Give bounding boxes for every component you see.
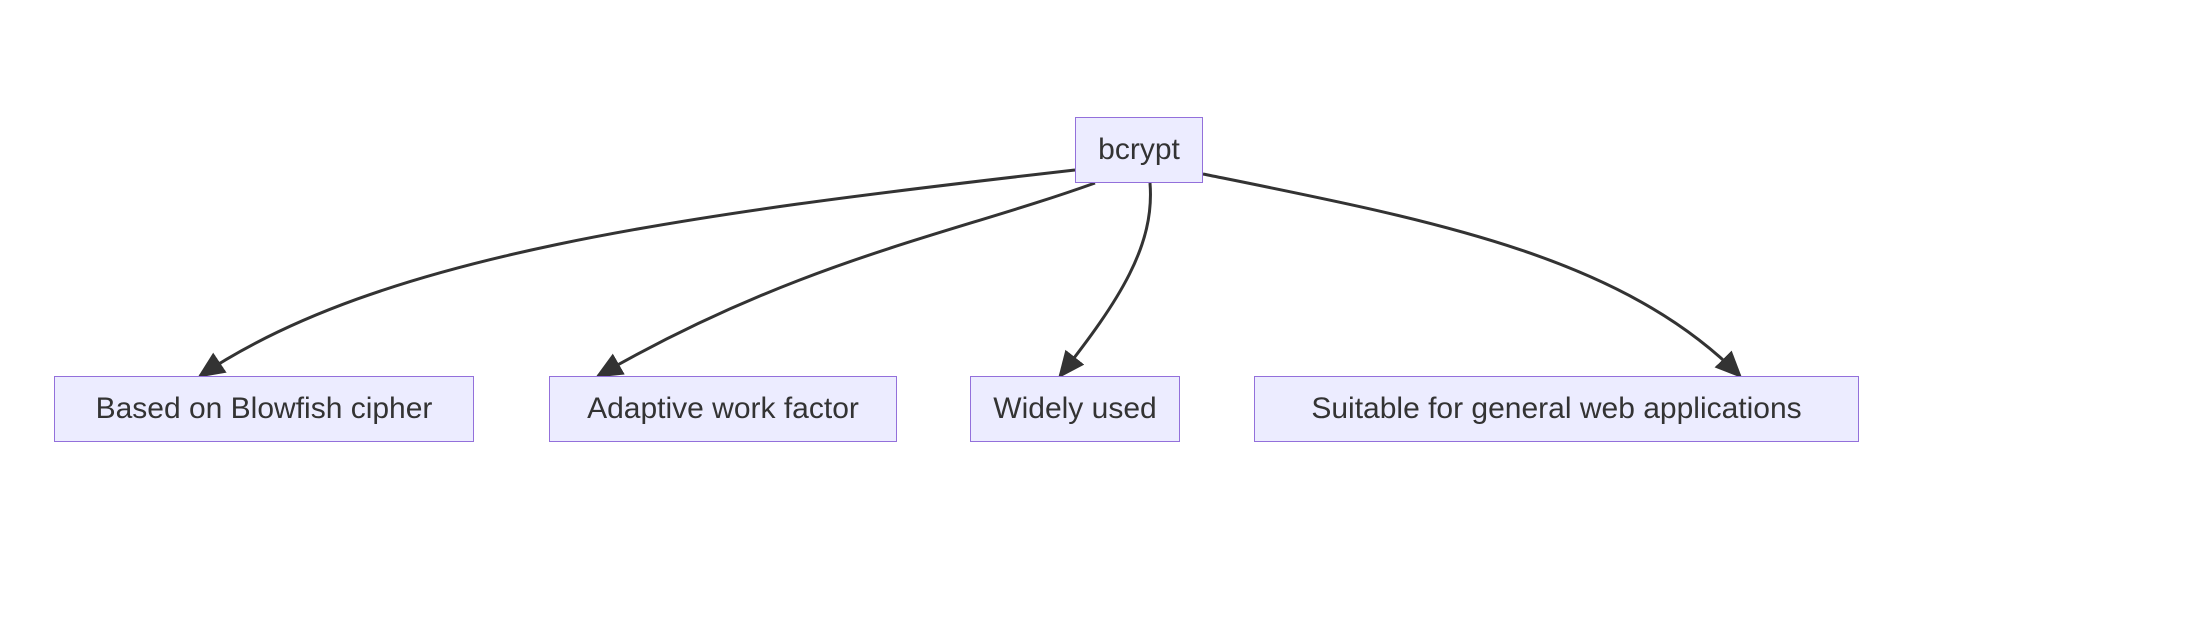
node-leaf-label: Suitable for general web applications: [1311, 392, 1801, 426]
edge-root-to-leaf2: [598, 183, 1095, 376]
edges-layer: [0, 0, 2204, 636]
edge-root-to-leaf3: [1060, 183, 1150, 376]
node-leaf-label: Widely used: [993, 392, 1156, 426]
node-leaf-label: Adaptive work factor: [587, 392, 859, 426]
node-leaf-adaptive: Adaptive work factor: [549, 376, 897, 442]
edge-root-to-leaf1: [200, 170, 1075, 376]
node-leaf-widely-used: Widely used: [970, 376, 1180, 442]
edge-root-to-leaf4: [1203, 174, 1740, 376]
node-leaf-label: Based on Blowfish cipher: [96, 392, 433, 426]
node-root-label: bcrypt: [1098, 133, 1180, 167]
node-leaf-webapps: Suitable for general web applications: [1254, 376, 1859, 442]
diagram-canvas: bcrypt Based on Blowfish cipher Adaptive…: [0, 0, 2204, 636]
node-root: bcrypt: [1075, 117, 1203, 183]
node-leaf-blowfish: Based on Blowfish cipher: [54, 376, 474, 442]
